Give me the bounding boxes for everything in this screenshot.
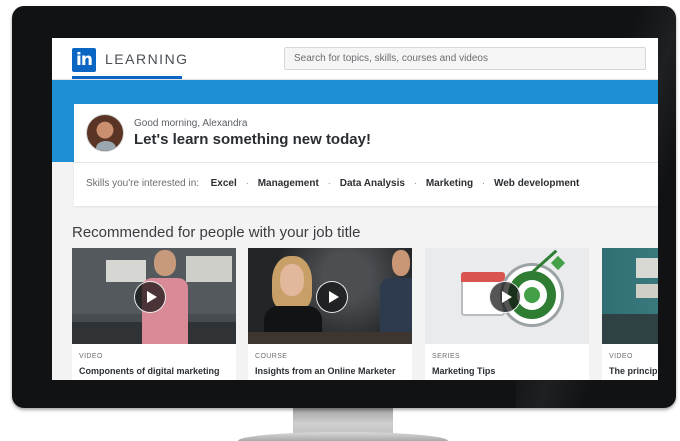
recommended-section-title: Recommended for people with your job tit… xyxy=(72,224,361,241)
linkedin-logo-icon[interactable]: in xyxy=(72,48,96,72)
greeting-headline: Let's learn something new today! xyxy=(134,131,371,148)
course-card[interactable]: VIDEO The principl xyxy=(602,248,658,380)
search-placeholder: Search for topics, skills, courses and v… xyxy=(294,53,488,64)
separator-dot: · xyxy=(327,178,331,189)
monitor-bezel: in LEARNING Search for topics, skills, c… xyxy=(12,6,676,408)
play-icon[interactable] xyxy=(134,281,166,313)
course-card[interactable]: VIDEO Components of digital marketing xyxy=(72,248,236,380)
separator-dot: · xyxy=(245,178,249,189)
skill-link-data-analysis[interactable]: Data Analysis xyxy=(340,178,405,189)
product-name[interactable]: LEARNING xyxy=(105,51,189,67)
course-thumbnail[interactable] xyxy=(72,248,236,344)
thumbnail-person-face xyxy=(280,264,304,296)
course-type: SERIES xyxy=(432,353,461,360)
thumbnail-sofa xyxy=(602,314,658,344)
course-title[interactable]: Components of digital marketing xyxy=(79,366,220,376)
greeting-salutation: Good morning, Alexandra xyxy=(134,118,248,129)
course-title[interactable]: The principl xyxy=(609,366,658,376)
card-divider xyxy=(74,162,658,163)
separator-dot: · xyxy=(481,178,486,189)
course-type: COURSE xyxy=(255,353,288,360)
separator-dot: · xyxy=(413,178,418,189)
hero-banner-edge xyxy=(52,104,74,162)
course-thumbnail[interactable] xyxy=(248,248,412,344)
course-title[interactable]: Marketing Tips xyxy=(432,366,495,376)
skills-row: Skills you're interested in: Excel · Man… xyxy=(86,178,579,189)
active-nav-indicator xyxy=(72,76,182,79)
course-card[interactable]: COURSE Insights from an Online Marketer xyxy=(248,248,412,380)
top-navigation-bar: in LEARNING Search for topics, skills, c… xyxy=(52,38,658,80)
skills-label: Skills you're interested in: xyxy=(86,178,200,189)
course-title[interactable]: Insights from an Online Marketer xyxy=(255,366,396,376)
target-bullseye xyxy=(524,287,540,303)
thumbnail-frame xyxy=(636,284,658,298)
hero-banner xyxy=(52,80,658,104)
skill-link-management[interactable]: Management xyxy=(258,178,319,189)
play-icon[interactable] xyxy=(489,281,521,313)
presenter-head xyxy=(154,250,176,276)
monitor-stand-base xyxy=(238,432,448,441)
thumbnail-shelf xyxy=(186,256,232,282)
course-type: VIDEO xyxy=(609,353,633,360)
search-input[interactable]: Search for topics, skills, courses and v… xyxy=(284,47,646,70)
monitor-screen: in LEARNING Search for topics, skills, c… xyxy=(52,38,658,380)
course-type: VIDEO xyxy=(79,353,103,360)
course-thumbnail[interactable] xyxy=(425,248,589,344)
course-card[interactable]: SERIES Marketing Tips xyxy=(425,248,589,380)
play-icon[interactable] xyxy=(316,281,348,313)
skill-link-web-development[interactable]: Web development xyxy=(494,178,579,189)
thumbnail-frame xyxy=(636,258,658,278)
arrow-fletching xyxy=(550,255,566,271)
thumbnail-shelf xyxy=(106,260,146,282)
skill-link-excel[interactable]: Excel xyxy=(211,178,237,189)
skill-link-marketing[interactable]: Marketing xyxy=(426,178,473,189)
course-thumbnail[interactable] xyxy=(602,248,658,344)
thumbnail-person-face xyxy=(392,250,410,276)
thumbnail-table xyxy=(248,332,412,344)
greeting-card: Good morning, Alexandra Let's learn some… xyxy=(74,104,658,206)
user-avatar[interactable] xyxy=(86,114,124,152)
